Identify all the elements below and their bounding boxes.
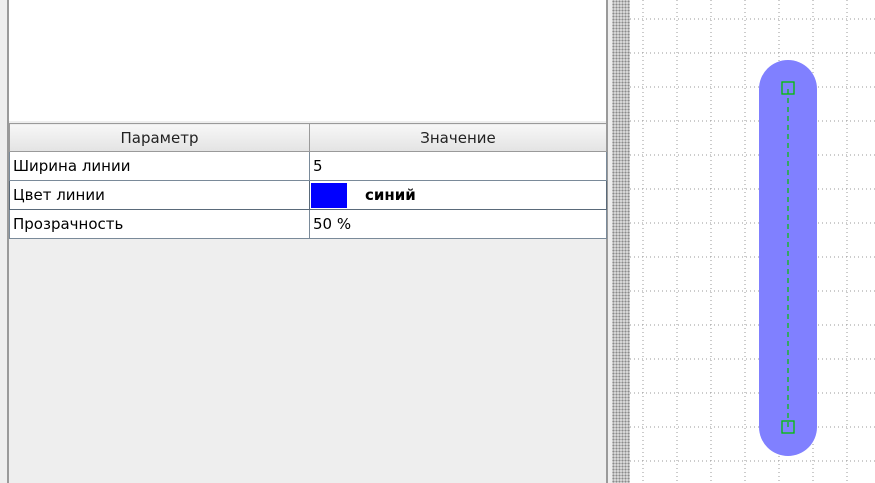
column-header-value[interactable]: Значение: [309, 123, 607, 152]
canvas-grid: [630, 0, 875, 483]
value-cell-line-width[interactable]: 5: [309, 151, 607, 181]
param-cell-line-color: Цвет линии: [9, 180, 310, 210]
panel-left-border: [7, 0, 9, 483]
drawing-canvas[interactable]: [630, 0, 875, 483]
table-header-row: Параметр Значение: [9, 123, 607, 152]
canvas-svg: [630, 0, 875, 483]
column-header-parameter[interactable]: Параметр: [9, 123, 310, 152]
table-row[interactable]: Цвет линии синий: [9, 180, 607, 210]
value-cell-opacity[interactable]: 50 %: [309, 209, 607, 239]
color-swatch[interactable]: [311, 182, 347, 208]
param-cell-line-width: Ширина линии: [9, 151, 310, 181]
table-row[interactable]: Прозрачность 50 %: [9, 209, 607, 239]
preview-area: [9, 0, 606, 121]
color-name-label: синий: [365, 186, 416, 204]
panel-right-border: [606, 0, 608, 483]
splitter-handle[interactable]: [612, 0, 630, 483]
param-cell-opacity: Прозрачность: [9, 209, 310, 239]
value-cell-line-color[interactable]: синий: [309, 180, 607, 210]
properties-table: Параметр Значение Ширина линии 5 Цвет ли…: [9, 123, 607, 239]
properties-panel: Параметр Значение Ширина линии 5 Цвет ли…: [0, 0, 612, 483]
table-row[interactable]: Ширина линии 5: [9, 151, 607, 181]
